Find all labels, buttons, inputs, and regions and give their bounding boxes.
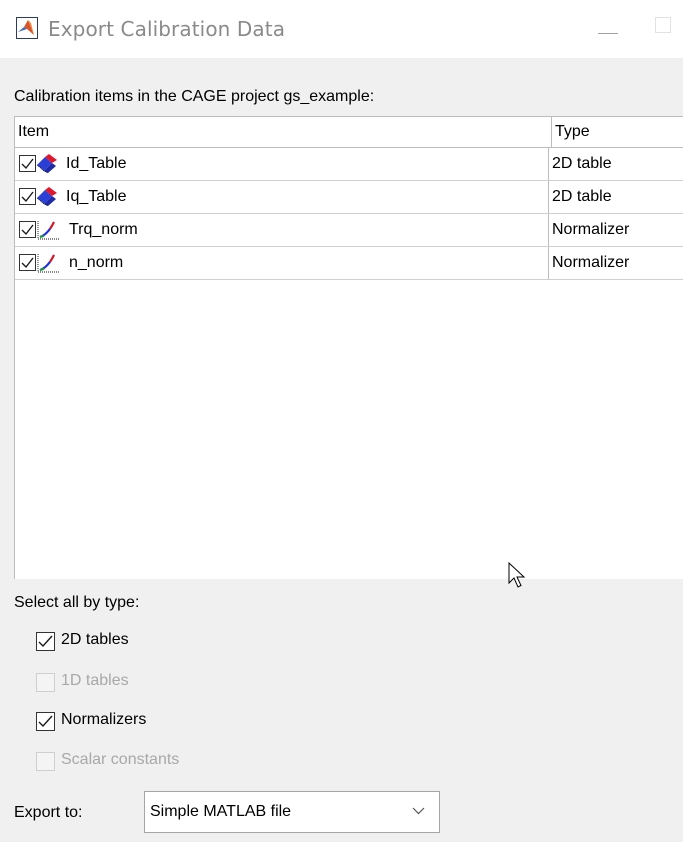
item-name: Trq_norm [69,221,138,238]
item-cell: Trq_norm [15,214,549,246]
row-checkbox[interactable] [19,188,36,205]
check-mark-icon [21,191,34,203]
table-header: Item Type [15,117,683,148]
checkbox-label: 2D tables [61,631,129,648]
check-mark-icon [38,635,53,648]
normalizer-icon [37,254,59,273]
checkbox-box[interactable] [36,632,55,651]
item-cell: Iq_Table [15,181,549,213]
item-type: 2D table [552,155,612,172]
table-2d-icon [36,154,57,174]
matlab-logo-icon [16,17,38,39]
maximize-button[interactable] [655,17,671,33]
checkbox-box [36,673,55,692]
table-row[interactable]: Id_Table 2D table [15,148,683,181]
item-type: Normalizer [552,221,630,238]
checkbox-label: Scalar constants [61,751,180,768]
check-mark-icon [21,224,34,236]
chevron-down-icon [412,807,425,815]
table-row[interactable]: Iq_Table 2D table [15,181,683,214]
minimize-button[interactable] [596,20,622,40]
item-name: n_norm [69,254,124,271]
item-name: Id_Table [66,155,127,172]
check-mark-icon [21,158,34,170]
checkbox-box [36,752,55,771]
table-2d-icon [36,187,57,207]
check-mark-icon [38,715,53,728]
row-checkbox[interactable] [19,155,36,172]
table-row[interactable]: n_norm Normalizer [15,247,683,280]
window-title: Export Calibration Data [48,17,286,41]
item-cell: Id_Table [15,148,549,180]
checkbox-label: 1D tables [61,672,129,689]
table-caption: Calibration items in the CAGE project gs… [14,88,375,105]
mouse-cursor-icon [508,562,526,588]
column-header-type[interactable]: Type [552,117,683,147]
checkbox-label: Normalizers [61,711,147,728]
item-type: 2D table [552,188,612,205]
check-mark-icon [21,257,34,269]
table-row[interactable]: Trq_norm Normalizer [15,214,683,247]
item-name: Iq_Table [66,188,127,205]
calibration-items-table[interactable]: Item Type Id_Table 2D table Iq_Table 2D … [14,116,683,579]
normalizer-icon [37,221,59,240]
row-checkbox[interactable] [19,254,36,271]
row-checkbox[interactable] [19,221,36,238]
checkbox-box[interactable] [36,712,55,731]
item-cell: n_norm [15,247,549,279]
select-by-type-label: Select all by type: [14,594,140,611]
title-bar: Export Calibration Data [0,0,683,58]
export-format-value: Simple MATLAB file [150,803,292,820]
export-to-label: Export to: [14,804,83,821]
export-format-dropdown[interactable]: Simple MATLAB file [144,791,440,833]
item-type: Normalizer [552,254,630,271]
column-header-item[interactable]: Item [15,117,552,147]
